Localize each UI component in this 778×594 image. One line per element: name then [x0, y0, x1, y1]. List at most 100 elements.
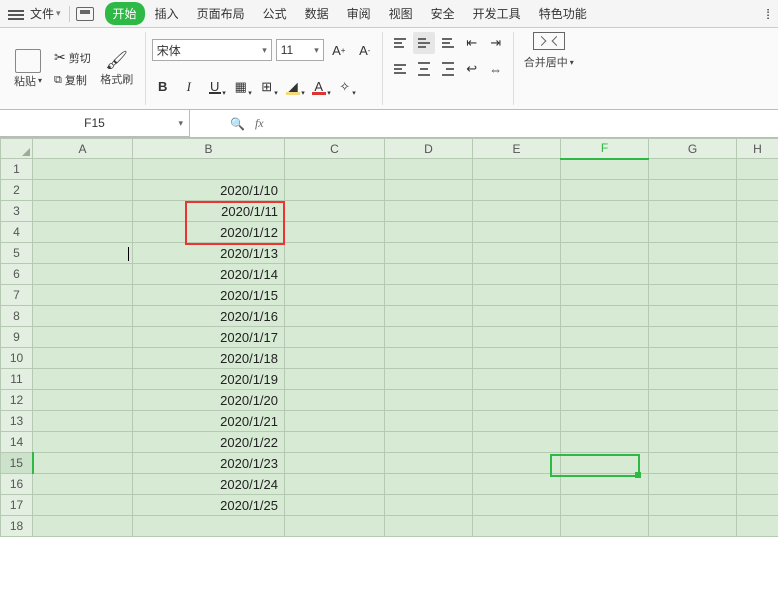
- cell-A10[interactable]: [33, 348, 133, 369]
- underline-button[interactable]: U▾: [204, 76, 226, 98]
- lookup-icon[interactable]: 🔍: [230, 117, 245, 131]
- cell-C10[interactable]: [285, 348, 385, 369]
- cell-F11[interactable]: [561, 369, 649, 390]
- cell-D3[interactable]: [385, 201, 473, 222]
- cell-F15[interactable]: [561, 453, 649, 474]
- cell-E3[interactable]: [473, 201, 561, 222]
- column-header-B[interactable]: B: [133, 139, 285, 159]
- fx-icon[interactable]: fx: [255, 116, 264, 131]
- column-header-D[interactable]: D: [385, 139, 473, 159]
- cell-A14[interactable]: [33, 432, 133, 453]
- cell-H14[interactable]: [737, 432, 778, 453]
- cell-D11[interactable]: [385, 369, 473, 390]
- cell-B10[interactable]: 2020/1/18: [133, 348, 285, 369]
- cell-C18[interactable]: [285, 516, 385, 537]
- cell-G16[interactable]: [649, 474, 737, 495]
- row-header-7[interactable]: 7: [1, 285, 33, 306]
- cell-B2[interactable]: 2020/1/10: [133, 180, 285, 201]
- row-header-6[interactable]: 6: [1, 264, 33, 285]
- cell-E16[interactable]: [473, 474, 561, 495]
- cell-G5[interactable]: [649, 243, 737, 264]
- column-header-G[interactable]: G: [649, 139, 737, 159]
- cell-D8[interactable]: [385, 306, 473, 327]
- cell-D6[interactable]: [385, 264, 473, 285]
- row-header-2[interactable]: 2: [1, 180, 33, 201]
- italic-button[interactable]: I: [178, 76, 200, 98]
- cell-D7[interactable]: [385, 285, 473, 306]
- cell-F13[interactable]: [561, 411, 649, 432]
- cell-B3[interactable]: 2020/1/11: [133, 201, 285, 222]
- more-icon[interactable]: ⁞: [762, 6, 774, 22]
- cell-F3[interactable]: [561, 201, 649, 222]
- cell-C15[interactable]: [285, 453, 385, 474]
- cell-A12[interactable]: [33, 390, 133, 411]
- cell-G13[interactable]: [649, 411, 737, 432]
- row-header-12[interactable]: 12: [1, 390, 33, 411]
- merge-split-button[interactable]: ⇔: [485, 58, 507, 80]
- cell-F14[interactable]: [561, 432, 649, 453]
- cell-E5[interactable]: [473, 243, 561, 264]
- cell-C6[interactable]: [285, 264, 385, 285]
- align-left-button[interactable]: [389, 58, 411, 80]
- cell-D10[interactable]: [385, 348, 473, 369]
- cell-G10[interactable]: [649, 348, 737, 369]
- cell-E1[interactable]: [473, 159, 561, 180]
- save-icon[interactable]: [76, 7, 94, 21]
- cell-A11[interactable]: [33, 369, 133, 390]
- tab-数据[interactable]: 数据: [297, 2, 337, 25]
- cell-B16[interactable]: 2020/1/24: [133, 474, 285, 495]
- cell-A4[interactable]: [33, 222, 133, 243]
- cell-B17[interactable]: 2020/1/25: [133, 495, 285, 516]
- file-menu[interactable]: 文件 ▾: [30, 5, 61, 22]
- cell-H10[interactable]: [737, 348, 778, 369]
- cell-F18[interactable]: [561, 516, 649, 537]
- cell-B9[interactable]: 2020/1/17: [133, 327, 285, 348]
- cell-H9[interactable]: [737, 327, 778, 348]
- cell-B14[interactable]: 2020/1/22: [133, 432, 285, 453]
- cell-C9[interactable]: [285, 327, 385, 348]
- cell-F17[interactable]: [561, 495, 649, 516]
- cell-D14[interactable]: [385, 432, 473, 453]
- cell-H2[interactable]: [737, 180, 778, 201]
- cell-A8[interactable]: [33, 306, 133, 327]
- cell-C7[interactable]: [285, 285, 385, 306]
- cell-A18[interactable]: [33, 516, 133, 537]
- cell-G6[interactable]: [649, 264, 737, 285]
- cell-B15[interactable]: 2020/1/23: [133, 453, 285, 474]
- cell-H4[interactable]: [737, 222, 778, 243]
- cell-G11[interactable]: [649, 369, 737, 390]
- cell-H7[interactable]: [737, 285, 778, 306]
- cell-D5[interactable]: [385, 243, 473, 264]
- font-name-select[interactable]: 宋体▾: [152, 39, 272, 61]
- cell-B8[interactable]: 2020/1/16: [133, 306, 285, 327]
- cell-F7[interactable]: [561, 285, 649, 306]
- cell-D2[interactable]: [385, 180, 473, 201]
- name-box[interactable]: F15 ▾: [0, 110, 190, 137]
- tab-视图[interactable]: 视图: [381, 2, 421, 25]
- cell-D18[interactable]: [385, 516, 473, 537]
- column-header-E[interactable]: E: [473, 139, 561, 159]
- increase-indent-button[interactable]: ⇥: [485, 32, 507, 54]
- font-size-select[interactable]: 11▾: [276, 39, 324, 61]
- column-header-H[interactable]: H: [737, 139, 778, 159]
- cell-G15[interactable]: [649, 453, 737, 474]
- paste-button[interactable]: 粘贴▾: [6, 49, 50, 89]
- decrease-font-button[interactable]: A-: [354, 39, 376, 61]
- cell-B5[interactable]: 2020/1/13: [133, 243, 285, 264]
- cell-A6[interactable]: [33, 264, 133, 285]
- cell-C11[interactable]: [285, 369, 385, 390]
- column-header-F[interactable]: F: [561, 139, 649, 159]
- cell-E13[interactable]: [473, 411, 561, 432]
- cell-A2[interactable]: [33, 180, 133, 201]
- cell-H16[interactable]: [737, 474, 778, 495]
- cell-B12[interactable]: 2020/1/20: [133, 390, 285, 411]
- align-top-button[interactable]: [389, 32, 411, 54]
- cell-F16[interactable]: [561, 474, 649, 495]
- align-middle-button[interactable]: [413, 32, 435, 54]
- cell-A7[interactable]: [33, 285, 133, 306]
- cell-C8[interactable]: [285, 306, 385, 327]
- row-header-9[interactable]: 9: [1, 327, 33, 348]
- align-bottom-button[interactable]: [437, 32, 459, 54]
- cell-A15[interactable]: [33, 453, 133, 474]
- cell-B4[interactable]: 2020/1/12: [133, 222, 285, 243]
